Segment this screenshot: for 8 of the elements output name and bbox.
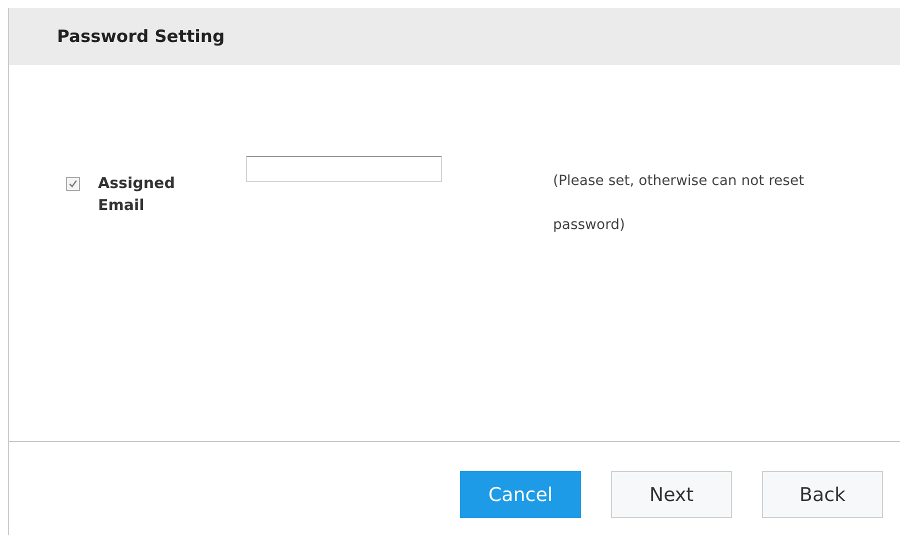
- email-input-field[interactable]: [246, 156, 442, 182]
- button[interactable]: Back: [762, 471, 883, 518]
- field-label: Assigned Email: [98, 173, 176, 216]
- checkbox[interactable]: [66, 177, 80, 191]
- dialog-title: Password Setting: [57, 26, 225, 46]
- button[interactable]: Next: [611, 471, 732, 518]
- checkmark-icon: [68, 179, 78, 189]
- hint-text: (Please set, otherwise can not reset password): [553, 172, 806, 235]
